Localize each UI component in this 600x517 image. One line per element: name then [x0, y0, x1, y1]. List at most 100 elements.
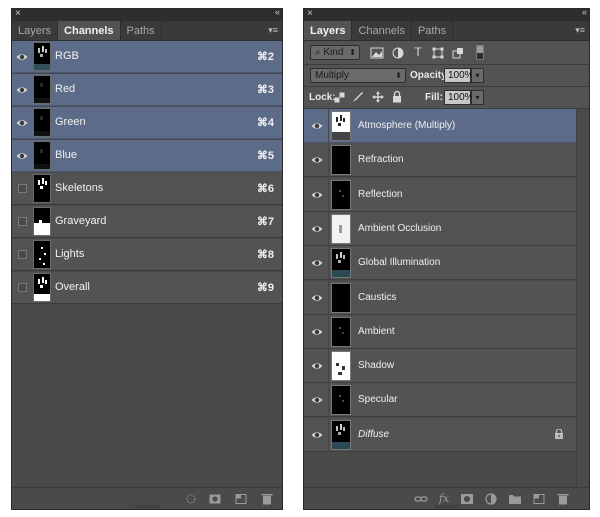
- tab-paths[interactable]: Paths: [412, 21, 454, 40]
- folder-icon[interactable]: [508, 493, 522, 505]
- layer-thumbnail[interactable]: [331, 213, 351, 244]
- channel-row-green[interactable]: Green ⌘4: [12, 107, 282, 139]
- trash-icon[interactable]: [260, 493, 274, 505]
- layer-row[interactable]: Ambient: [304, 314, 576, 349]
- tab-bar: Layers Channels Paths ▾≡: [12, 21, 282, 41]
- adjustment-filter-icon[interactable]: [392, 47, 404, 59]
- channel-row-graveyard[interactable]: Graveyard ⌘7: [12, 206, 282, 238]
- channel-row-overall[interactable]: Overall ⌘9: [12, 272, 282, 304]
- layer-name[interactable]: Reflection: [358, 189, 402, 200]
- layer-thumbnail[interactable]: [331, 248, 351, 279]
- lock-position-icon[interactable]: [372, 91, 384, 103]
- layer-name[interactable]: Shadow: [358, 360, 394, 371]
- tab-channels[interactable]: Channels: [58, 21, 121, 40]
- new-layer-icon[interactable]: [532, 493, 546, 505]
- eye-icon[interactable]: [16, 84, 28, 96]
- save-selection-icon[interactable]: [208, 493, 222, 505]
- visibility-checkbox[interactable]: [18, 250, 27, 259]
- fill-input[interactable]: 100%: [444, 90, 474, 105]
- layer-thumbnail[interactable]: [331, 351, 351, 382]
- eye-icon[interactable]: [311, 360, 323, 372]
- collapse-icon[interactable]: «: [275, 7, 280, 17]
- eye-icon[interactable]: [311, 394, 323, 406]
- lock-transparency-icon[interactable]: [334, 92, 345, 103]
- pixel-filter-icon[interactable]: [370, 47, 384, 59]
- layer-name[interactable]: Refraction: [358, 154, 404, 165]
- collapse-icon[interactable]: «: [582, 7, 587, 17]
- layer-row[interactable]: Specular: [304, 383, 576, 418]
- load-selection-icon[interactable]: [184, 493, 198, 505]
- row-divider: [328, 383, 329, 418]
- layer-thumbnail[interactable]: [331, 111, 351, 141]
- channel-row-lights[interactable]: Lights ⌘8: [12, 239, 282, 271]
- lock-all-icon[interactable]: [392, 91, 402, 103]
- visibility-checkbox[interactable]: [18, 217, 27, 226]
- adjustment-icon[interactable]: [484, 493, 498, 505]
- type-filter-icon[interactable]: T: [412, 45, 424, 59]
- panel-menu-icon[interactable]: ▾≡: [575, 25, 585, 36]
- eye-icon[interactable]: [311, 292, 323, 304]
- layer-name[interactable]: Ambient Occlusion: [358, 223, 441, 234]
- lock-paint-icon[interactable]: [352, 91, 364, 103]
- resize-grip[interactable]: [135, 505, 159, 508]
- layer-name[interactable]: Ambient: [358, 326, 395, 337]
- layer-name[interactable]: Atmosphere (Multiply): [358, 120, 455, 131]
- layer-row[interactable]: Global Illumination: [304, 246, 576, 281]
- new-channel-icon[interactable]: [234, 493, 248, 505]
- channel-row-blue[interactable]: Blue ⌘5: [12, 140, 282, 172]
- layer-scrollbar[interactable]: [576, 109, 589, 487]
- eye-icon[interactable]: [16, 150, 28, 162]
- layer-row[interactable]: Refraction: [304, 143, 576, 178]
- resize-grip[interactable]: [434, 505, 459, 508]
- close-icon[interactable]: ×: [307, 8, 313, 19]
- layer-row[interactable]: Atmosphere (Multiply): [304, 109, 576, 143]
- opacity-input[interactable]: 100%: [444, 68, 474, 83]
- visibility-checkbox[interactable]: [18, 283, 27, 292]
- fx-icon[interactable]: fx: [437, 493, 451, 505]
- layer-thumbnail[interactable]: [331, 385, 351, 416]
- layer-thumbnail[interactable]: [331, 282, 351, 313]
- filter-kind-select[interactable]: ⌕ Kind ⬍: [310, 45, 360, 60]
- layer-name[interactable]: Global Illumination: [358, 257, 440, 268]
- panel-menu-icon[interactable]: ▾≡: [268, 25, 278, 36]
- eye-icon[interactable]: [311, 120, 323, 132]
- blend-mode-select[interactable]: Multiply ⬍: [310, 68, 406, 83]
- layer-row[interactable]: Reflection: [304, 177, 576, 212]
- eye-icon[interactable]: [311, 257, 323, 269]
- smart-object-filter-icon[interactable]: [452, 47, 464, 59]
- eye-icon[interactable]: [311, 154, 323, 166]
- filter-toggle[interactable]: [476, 45, 484, 60]
- layer-thumbnail[interactable]: [331, 179, 351, 210]
- mask-icon[interactable]: [460, 493, 474, 505]
- eye-icon[interactable]: [311, 326, 323, 338]
- layer-name[interactable]: Diffuse: [358, 429, 389, 440]
- link-icon[interactable]: [414, 493, 428, 505]
- tab-channels[interactable]: Channels: [352, 21, 412, 40]
- layer-name[interactable]: Caustics: [358, 292, 396, 303]
- close-icon[interactable]: ×: [15, 8, 21, 19]
- opacity-dropdown[interactable]: ▾: [471, 68, 484, 83]
- eye-icon[interactable]: [311, 429, 323, 441]
- tab-layers[interactable]: Layers: [12, 21, 59, 40]
- layer-row[interactable]: Diffuse: [304, 417, 576, 452]
- visibility-checkbox[interactable]: [18, 184, 27, 193]
- eye-icon[interactable]: [311, 189, 323, 201]
- tab-paths[interactable]: Paths: [121, 21, 162, 40]
- tab-layers[interactable]: Layers: [304, 21, 353, 40]
- layer-name[interactable]: Specular: [358, 394, 397, 405]
- layer-thumbnail[interactable]: [331, 145, 351, 176]
- layer-row[interactable]: Ambient Occlusion: [304, 211, 576, 246]
- layer-row[interactable]: Shadow: [304, 349, 576, 384]
- layer-thumbnail[interactable]: [331, 316, 351, 347]
- channel-row-red[interactable]: Red ⌘3: [12, 74, 282, 106]
- layer-row[interactable]: Caustics: [304, 280, 576, 315]
- eye-icon[interactable]: [311, 223, 323, 235]
- eye-icon[interactable]: [16, 117, 28, 129]
- eye-icon[interactable]: [16, 51, 28, 63]
- fill-dropdown[interactable]: ▾: [471, 90, 484, 105]
- channel-row-rgb[interactable]: RGB ⌘2: [12, 41, 282, 73]
- shape-filter-icon[interactable]: [432, 47, 444, 59]
- trash-icon[interactable]: [556, 493, 570, 505]
- channel-row-skeletons[interactable]: Skeletons ⌘6: [12, 173, 282, 205]
- layer-thumbnail[interactable]: [331, 419, 351, 450]
